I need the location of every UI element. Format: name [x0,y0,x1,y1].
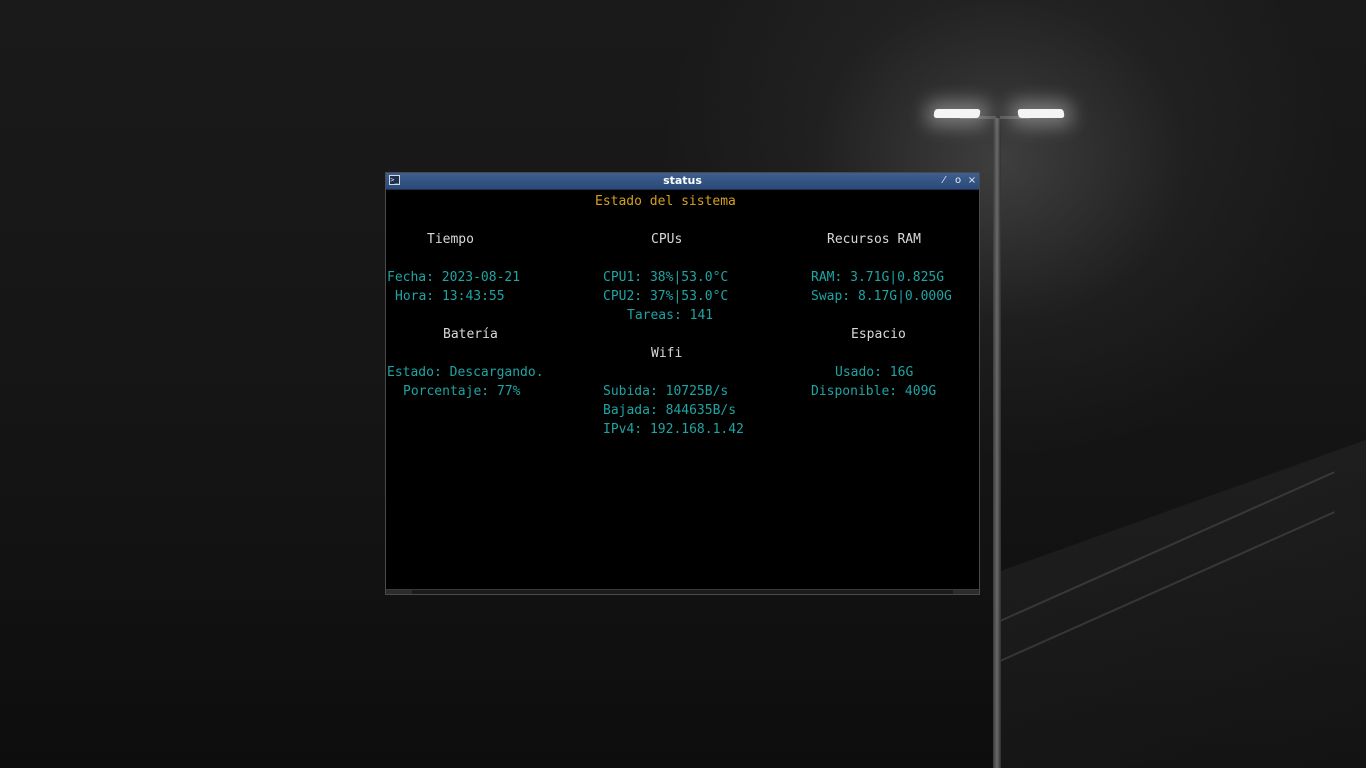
section-title-bateria: Batería [443,327,498,342]
window-bottom-border[interactable] [386,589,979,594]
wallpaper-lamp-pole [993,118,1001,768]
fecha-value: Fecha: 2023-08-21 [387,270,521,285]
wallpaper-lamp-light [1017,109,1065,118]
edit-icon[interactable]: ⁄ [938,173,950,189]
swap-value: Swap: 8.17G|0.000G [811,289,952,304]
tareas-value: Tareas: 141 [627,308,714,323]
wallpaper-lamp-light [933,109,981,118]
section-title-cpus: CPUs [651,232,683,247]
cpu1-value: CPU1: 38%|53.0°C [603,270,729,285]
subida-value: Subida: 10725B/s [603,384,729,399]
hora-value: Hora: 13:43:55 [395,289,505,304]
ram-value: RAM: 3.71G|0.825G [811,270,945,285]
section-title-tiempo: Tiempo [427,232,474,247]
wallpaper-bridge [1000,440,1366,768]
page-title: Estado del sistema [595,194,736,209]
close-icon[interactable]: × [966,173,978,189]
bajada-value: Bajada: 844635B/s [603,403,737,418]
window-titlebar[interactable]: >_ status ⁄ o × [386,173,979,190]
section-title-ram: Recursos RAM [827,232,921,247]
resize-grip-right[interactable] [953,590,979,594]
ipv4-value: IPv4: 192.168.1.42 [603,422,744,437]
porcentaje-value: Porcentaje: 77% [403,384,521,399]
section-title-wifi: Wifi [651,346,683,361]
cpu2-value: CPU2: 37%|53.0°C [603,289,729,304]
estado-value: Estado: Descargando. [387,365,544,380]
maximize-icon[interactable]: o [952,173,964,189]
terminal-window[interactable]: >_ status ⁄ o × Estado del sistema Tiemp… [385,172,980,595]
section-title-espacio: Espacio [851,327,906,342]
resize-grip-left[interactable] [386,590,412,594]
disponible-value: Disponible: 409G [811,384,937,399]
terminal-content[interactable]: Estado del sistema Tiempo Fecha: 2023-08… [387,190,978,590]
usado-value: Usado: 16G [835,365,914,380]
window-title: status [663,174,702,187]
